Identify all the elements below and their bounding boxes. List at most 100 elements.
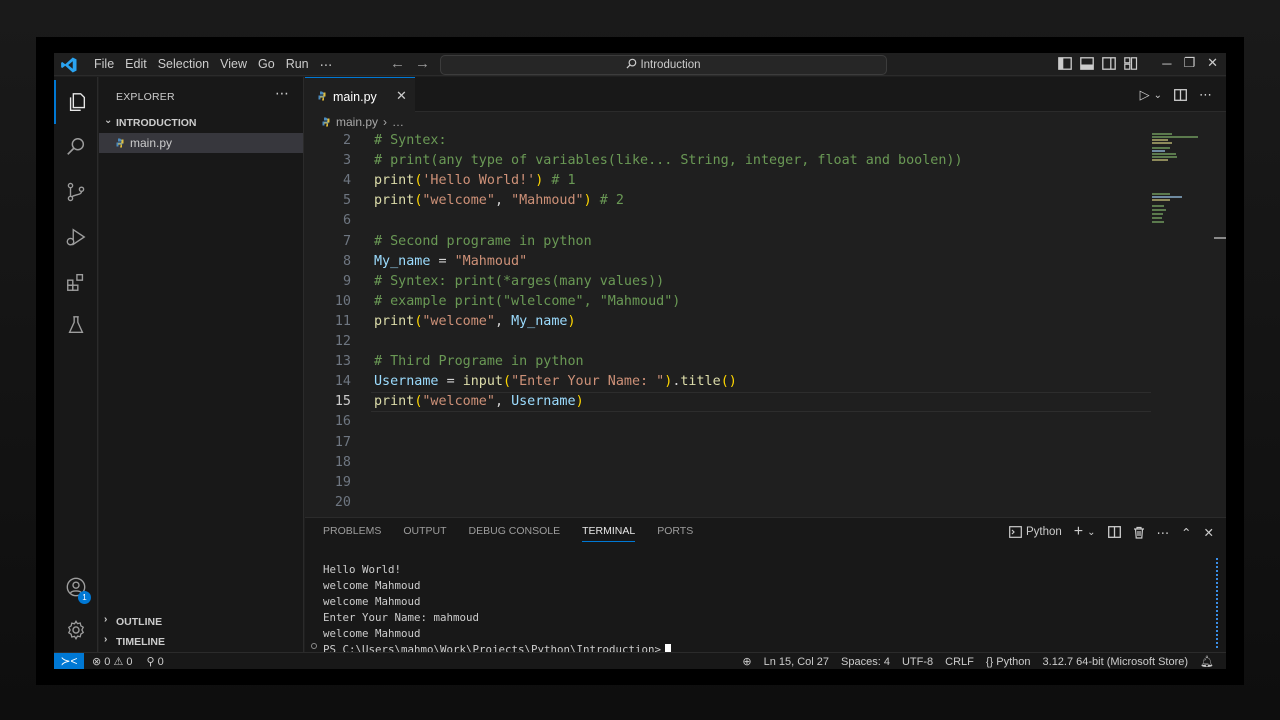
code-line[interactable]: 19 <box>305 473 1205 493</box>
command-center-search[interactable]: Introduction <box>440 55 887 75</box>
breadcrumb-file[interactable]: main.py <box>336 115 378 129</box>
tab-output[interactable]: OUTPUT <box>403 525 446 542</box>
extensions-icon[interactable] <box>54 260 98 304</box>
code-line[interactable]: 13 # Third Programe in python <box>305 352 1205 372</box>
code-line[interactable]: 4 print('Hello World!') # 1 <box>305 171 1205 191</box>
menu-file[interactable]: File <box>90 57 121 72</box>
tab-debug-console[interactable]: DEBUG CONSOLE <box>469 525 561 542</box>
toggle-panel-icon[interactable] <box>1080 56 1095 70</box>
file-label: main.py <box>130 136 173 150</box>
chevron-down-icon[interactable]: ⌄ <box>1087 527 1095 538</box>
toggle-secondary-sidebar-icon[interactable] <box>1102 56 1117 70</box>
menu-run[interactable]: Run <box>282 57 316 72</box>
minimize-icon[interactable]: ─ <box>1162 56 1171 71</box>
chevron-down-icon: ⌄ <box>104 115 113 126</box>
menu-more[interactable]: ⋯ <box>316 57 340 72</box>
tab-problems[interactable]: PROBLEMS <box>323 525 381 542</box>
language-label: Python <box>996 655 1031 668</box>
timeline-section[interactable]: › TIMELINE <box>99 632 304 652</box>
editor-tabs: main.py ✕ ▷ ⌄ ⋯ <box>305 77 1226 112</box>
code-line[interactable]: 12 <box>305 332 1205 352</box>
editor-more-icon[interactable]: ⋯ <box>1199 87 1212 103</box>
code-line[interactable]: 7 # Second programe in python <box>305 232 1205 252</box>
python-interpreter[interactable]: 3.12.7 64-bit (Microsoft Store) <box>1043 656 1189 668</box>
code-line[interactable]: 9 # Syntex: print(*arges(many values)) <box>305 272 1205 292</box>
line-number: 14 <box>334 374 351 390</box>
forward-arrow-icon[interactable]: → <box>415 55 430 72</box>
panel-more-icon[interactable]: ⋯ <box>1157 525 1170 540</box>
editor-scrollbar[interactable] <box>1214 237 1226 239</box>
notifications-bell-icon[interactable]: 🔔︎ <box>1200 655 1214 668</box>
explorer-more-icon[interactable]: ⋯ <box>275 85 289 102</box>
language-mode[interactable]: {} Python <box>986 656 1031 668</box>
outline-section[interactable]: › OUTLINE <box>99 612 304 632</box>
breadcrumb-separator-icon: › <box>383 115 388 129</box>
run-debug-icon[interactable] <box>54 215 98 259</box>
code-line[interactable]: 3 # print(any type of variables(like... S… <box>305 151 1205 171</box>
tab-ports[interactable]: PORTS <box>657 525 693 542</box>
terminal-scrollbar[interactable] <box>1216 558 1220 648</box>
code-line[interactable]: 10 # example print("wlelcome", "Mahmoud") <box>305 292 1205 312</box>
code-line[interactable]: 6 <box>305 211 1205 231</box>
code-line[interactable]: 2 # Syntex: <box>305 131 1205 151</box>
code-line[interactable]: 5 print("welcome", "Mahmoud") # 2 <box>305 191 1205 211</box>
new-terminal-plus-icon[interactable]: + <box>1074 523 1083 541</box>
code-editor[interactable]: 2 # Syntex: 3 # print(any type of variables… <box>305 131 1205 517</box>
chevron-right-icon: › <box>104 614 108 625</box>
menu-selection[interactable]: Selection <box>154 57 216 72</box>
editor-group: main.py ✕ ▷ ⌄ ⋯ main.py › … 2 # Syntex: 3 #… <box>305 77 1226 517</box>
minimap[interactable] <box>1152 131 1204 251</box>
file-item-main-py[interactable]: main.py <box>99 133 303 153</box>
close-tab-icon[interactable]: ✕ <box>396 88 407 104</box>
code-line[interactable]: 15 print("welcome", Username) <box>305 392 1205 413</box>
encoding[interactable]: UTF-8 <box>902 656 933 668</box>
cursor-position[interactable]: Ln 15, Col 27 <box>764 656 829 668</box>
testing-flask-icon[interactable] <box>54 303 98 347</box>
line-number: 8 <box>342 253 351 269</box>
indentation[interactable]: Spaces: 4 <box>841 656 890 668</box>
zoom-icon[interactable]: ⊕ <box>742 655 751 668</box>
menu-edit[interactable]: Edit <box>121 57 154 72</box>
folder-section-introduction[interactable]: ⌄ INTRODUCTION <box>99 113 304 133</box>
terminal-shell-selector[interactable]: Python <box>1009 526 1062 538</box>
terminal-output[interactable]: Hello World! welcome Mahmoud welcome Mahmo… <box>323 562 672 658</box>
remote-indicator-icon[interactable]: ≻< <box>54 653 84 669</box>
explorer-sidebar: EXPLORER ⋯ ⌄ INTRODUCTION main.py › OUTL… <box>99 77 304 652</box>
code-line[interactable]: 11 print("welcome", My_name) <box>305 312 1205 332</box>
close-panel-icon[interactable]: ✕ <box>1204 525 1214 540</box>
code-line[interactable]: 18 <box>305 453 1205 473</box>
back-arrow-icon[interactable]: ← <box>390 55 405 72</box>
tab-terminal[interactable]: TERMINAL <box>582 525 636 542</box>
customize-layout-icon[interactable] <box>1124 56 1138 70</box>
explorer-icon[interactable] <box>54 80 98 124</box>
chevron-down-icon[interactable]: ⌄ <box>1154 90 1162 101</box>
trash-icon[interactable] <box>1133 526 1145 539</box>
problems-status[interactable]: ⊗ 0 ⚠ 0 <box>92 655 133 668</box>
menu-go[interactable]: Go <box>254 57 282 72</box>
maximize-panel-chevron-up-icon[interactable]: ⌃ <box>1181 525 1191 540</box>
run-python-file-icon[interactable]: ▷ <box>1140 87 1150 103</box>
accounts-icon[interactable]: 1 <box>54 565 98 609</box>
code-line[interactable]: 20 <box>305 493 1205 513</box>
explorer-title: EXPLORER <box>116 91 175 103</box>
toggle-sidebar-icon[interactable] <box>1058 56 1073 70</box>
code-line[interactable]: 17 <box>305 433 1205 453</box>
settings-gear-icon[interactable] <box>54 608 98 652</box>
python-file-icon <box>318 91 326 101</box>
tab-main-py[interactable]: main.py ✕ <box>305 77 415 112</box>
line-endings[interactable]: CRLF <box>945 656 974 668</box>
breadcrumb-more[interactable]: … <box>392 115 404 129</box>
code-line[interactable]: 8 My_name = "Mahmoud" <box>305 252 1205 272</box>
warning-count: 0 <box>126 656 133 668</box>
source-control-icon[interactable] <box>54 170 98 214</box>
restore-icon[interactable]: ❐ <box>1183 55 1195 71</box>
code-line[interactable]: 14 Username = input("Enter Your Name: ").… <box>305 372 1205 392</box>
line-number: 16 <box>334 414 351 430</box>
code-line[interactable]: 16 <box>305 412 1205 432</box>
menu-view[interactable]: View <box>216 57 254 72</box>
search-view-icon[interactable] <box>54 125 98 169</box>
ports-status[interactable]: ⚲ 0 <box>147 655 164 668</box>
close-window-icon[interactable]: ✕ <box>1207 55 1218 71</box>
split-editor-icon[interactable] <box>1174 89 1187 101</box>
split-terminal-icon[interactable] <box>1107 526 1121 538</box>
